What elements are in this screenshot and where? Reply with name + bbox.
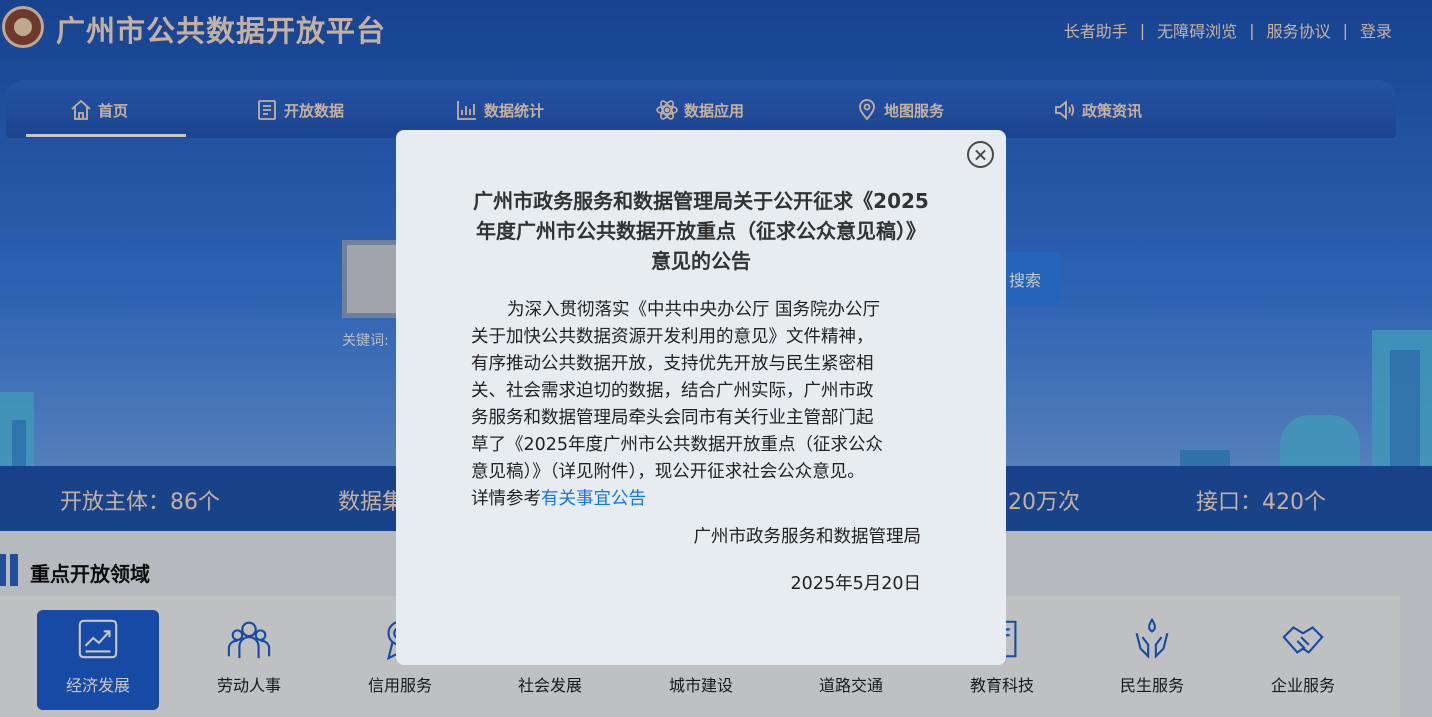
notice-body-line: 有序推动公共数据开放，支持优先开放与民生紧密相 bbox=[471, 354, 874, 374]
notice-body-line: 关、社会需求迫切的数据，结合广州实际，广州市政 bbox=[471, 381, 874, 401]
notice-body-line: 为深入贯彻落实《中共中央办公厅 国务院办公厅 bbox=[507, 300, 881, 320]
notice-body-line: 务服务和数据管理局牵头会同市有关行业主管部门起 bbox=[471, 408, 874, 428]
notice-title: 广州市政务服务和数据管理局关于公开征求《2025 年度广州市公共数据开放重点（征… bbox=[451, 186, 951, 276]
notice-detail-line: 详情参考有关事宜公告 bbox=[471, 486, 931, 513]
notice-organization: 广州市政务服务和数据管理局 bbox=[693, 527, 922, 547]
notice-title-line: 意见的公告 bbox=[651, 249, 751, 273]
notice-modal: 广州市政务服务和数据管理局关于公开征求《2025 年度广州市公共数据开放重点（征… bbox=[396, 130, 1006, 665]
notice-date: 2025年5月20日 bbox=[790, 574, 921, 594]
notice-body-line: 意见稿）》（详见附件），现公开征求社会公众意见。 bbox=[471, 462, 865, 482]
notice-body: 为深入贯彻落实《中共中央办公厅 国务院办公厅 关于加快公共数据资源开发利用的意见… bbox=[471, 297, 931, 513]
detail-prefix: 详情参考 bbox=[471, 489, 541, 509]
close-icon[interactable] bbox=[967, 141, 994, 168]
related-notice-link[interactable]: 有关事宜公告 bbox=[541, 489, 646, 509]
notice-body-line: 关于加快公共数据资源开发利用的意见》文件精神， bbox=[471, 327, 874, 347]
notice-title-line: 年度广州市公共数据开放重点（征求公众意见稿）》 bbox=[476, 219, 926, 243]
notice-body-line: 草了《2025年度广州市公共数据开放重点（征求公众 bbox=[471, 435, 884, 455]
notice-title-line: 广州市政务服务和数据管理局关于公开征求《2025 bbox=[473, 189, 929, 213]
